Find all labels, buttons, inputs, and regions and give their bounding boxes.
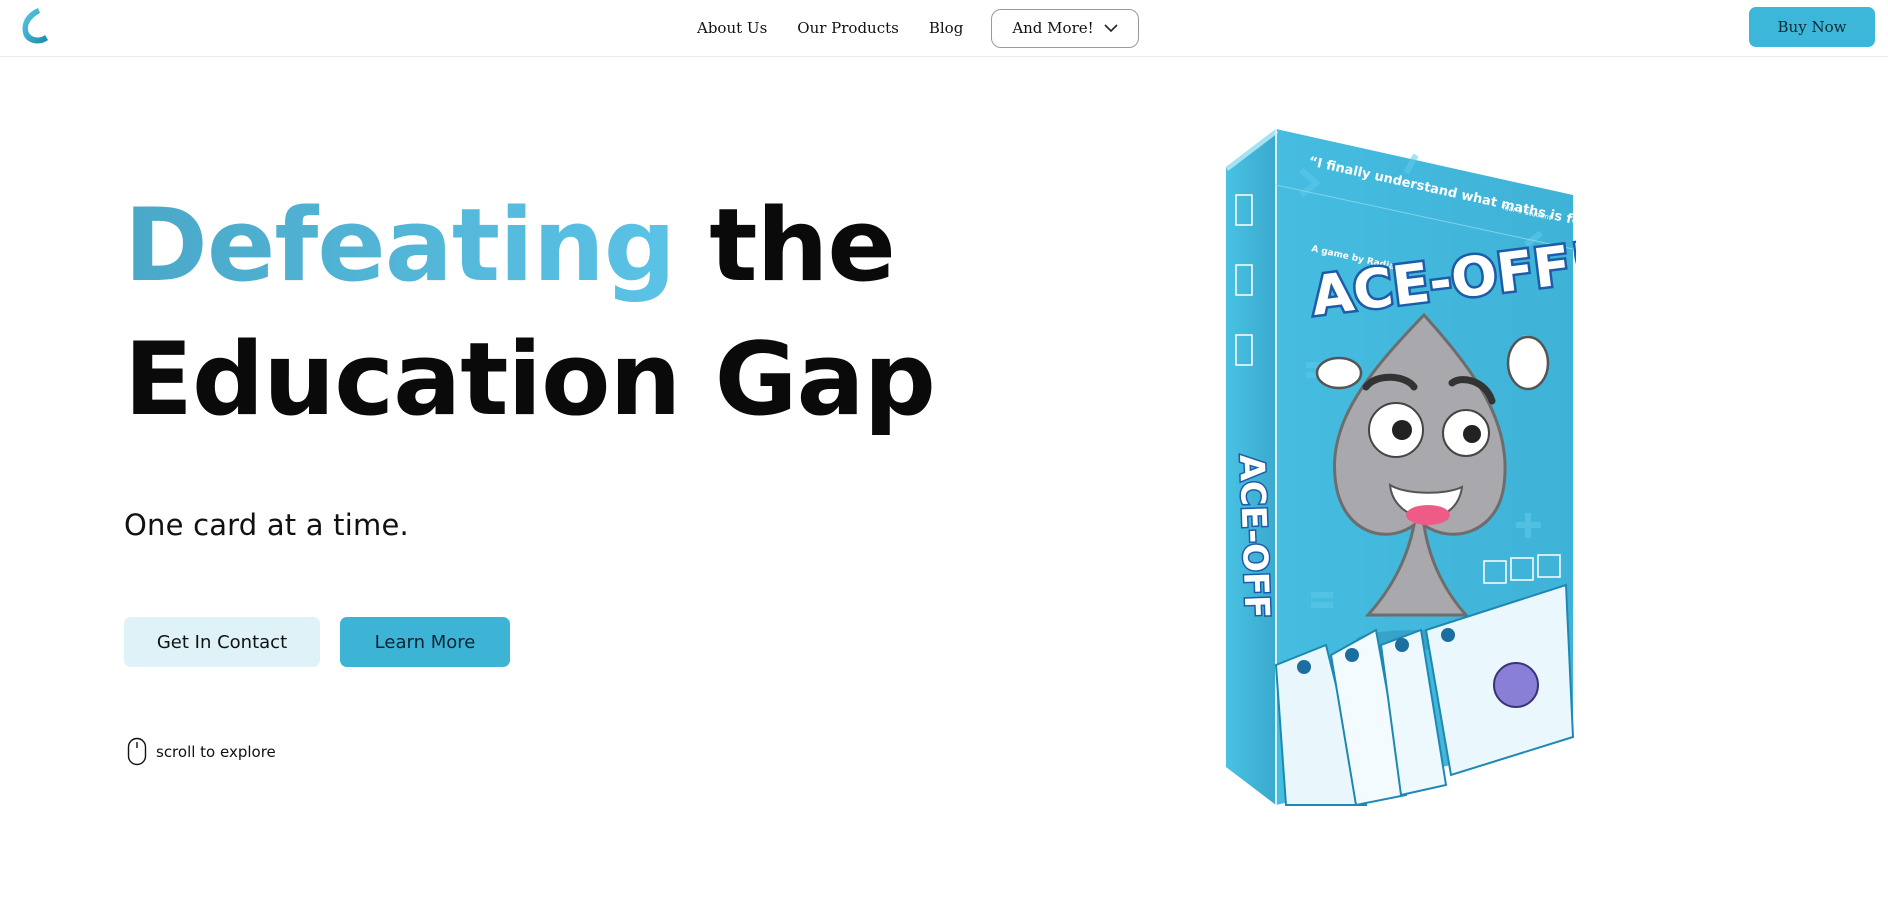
scroll-hint[interactable]: scroll to explore [127,737,276,766]
top-navbar: About Us Our Products Blog And More! Buy… [0,0,1888,57]
nav-link-about-us[interactable]: About Us [697,19,767,37]
headline-accent-word: Defeating [124,186,676,304]
headline-rest: the [675,186,896,304]
learn-more-button[interactable]: Learn More [340,617,510,667]
brand-logo-icon[interactable] [16,4,54,48]
hero-headline: Defeating the Education Gap [124,178,936,446]
spine-title: ACE-OFF [1231,454,1277,619]
get-in-contact-button[interactable]: Get In Contact [124,617,320,667]
nav-link-blog[interactable]: Blog [929,19,963,37]
chevron-down-icon [1104,23,1118,32]
and-more-dropdown[interactable]: And More! [991,8,1139,48]
ace-off-product-box: “I finally understand what maths is for.… [1226,129,1576,807]
nav-links: About Us Our Products Blog And More! [697,8,1139,48]
and-more-label: And More! [1012,19,1094,37]
headline-line-2: Education Gap [124,320,936,438]
scroll-hint-label: scroll to explore [156,742,276,761]
hero-tagline: One card at a time. [124,508,409,542]
nav-link-our-products[interactable]: Our Products [797,19,899,37]
buy-now-button[interactable]: Buy Now [1749,7,1875,47]
mouse-icon [127,737,147,766]
